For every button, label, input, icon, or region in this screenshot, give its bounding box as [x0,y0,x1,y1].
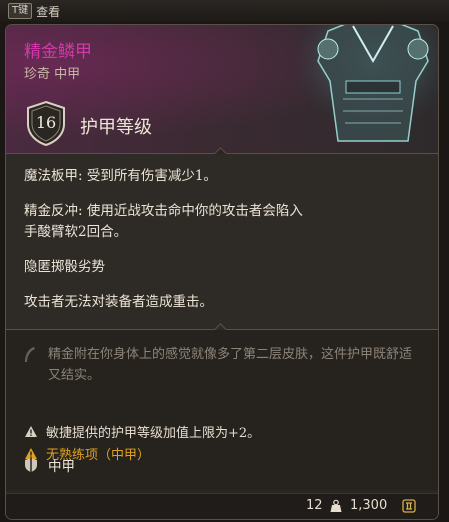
item-tooltip: 精金鳞甲 珍奇 中甲 16 护甲等级 魔法板甲: 受到所有伤害减少1。 精金反冲… [5,24,439,520]
inspect-hint-bar: T键 查看 [0,0,449,22]
property-adamantine-recoil: 精金反冲: 使用近战攻击命中你的攻击者会陷入 [24,203,303,219]
property-magic-plate: 魔法板甲: 受到所有伤害减少1。 [24,168,217,184]
armor-category: 中甲 [48,459,75,475]
tooltip-footer: 12 1,300 [6,493,438,519]
price-value: 1,300 [350,498,388,513]
weight-value: 12 [306,498,323,513]
weight-icon [330,499,342,512]
inspect-key[interactable]: T键 [8,3,33,19]
dex-cap-row: 敏捷提供的护甲等级加值上限为+2。 [24,422,260,441]
armor-class-value: 16 [35,113,57,132]
gold-coin-icon [402,499,416,513]
property-stealth-disadvantage: 隐匿掷骰劣势 [24,259,105,275]
property-adamantine-recoil-cont: 手酸臂软2回合。 [24,224,128,240]
armor-category-row: 中甲 [24,455,75,475]
armor-shield-icon [25,458,37,472]
item-rarity-type: 珍奇 中甲 [24,67,81,82]
flavor-text: 精金附在你身体上的感觉就像多了第二层皮肤，这件护甲既舒适又结实。 [48,347,413,383]
property-no-crits: 攻击者无法对装备者造成重击。 [24,294,213,310]
inspect-label: 查看 [36,4,61,19]
armor-icon [298,25,438,151]
properties-section: 魔法板甲: 受到所有伤害减少1。 精金反冲: 使用近战攻击命中你的攻击者会陷入 … [6,154,438,329]
dex-cap-note: 敏捷提供的护甲等级加值上限为+2。 [46,426,261,441]
tooltip-header: 精金鳞甲 珍奇 中甲 16 护甲等级 [6,25,438,153]
warning-icon [25,426,37,437]
right-edge [441,22,449,522]
quill-icon [25,347,35,362]
armor-class-label: 护甲等级 [80,117,152,138]
item-name: 精金鳞甲 [24,42,92,62]
